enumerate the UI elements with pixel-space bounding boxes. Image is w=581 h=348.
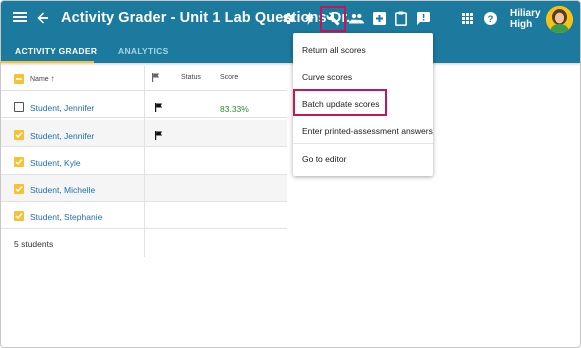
tab-analytics[interactable]: ANALYTICS <box>118 46 169 56</box>
menu-item-enter-printed-assessment-answers[interactable]: Enter printed-assessment answers <box>293 117 433 144</box>
user-first-name: Hiliary <box>510 8 541 19</box>
sort-arrow-icon: ↑ <box>50 74 55 83</box>
student-name-link[interactable]: Student, Jennifer <box>30 103 94 113</box>
settings-icon[interactable] <box>282 12 295 25</box>
row-checkbox[interactable] <box>14 157 24 167</box>
tab-activity-grader[interactable]: ACTIVITY GRADER <box>15 46 97 56</box>
wrench-icon[interactable] <box>326 12 340 26</box>
student-name-link[interactable]: Student, Michelle <box>30 185 95 195</box>
row-checkbox[interactable] <box>14 102 24 112</box>
name-column-header[interactable]: Name ↑ <box>30 74 55 83</box>
user-name[interactable]: Hiliary High <box>510 8 541 30</box>
column-divider <box>144 66 145 257</box>
page-title: Activity Grader - Unit 1 Lab Questions D… <box>61 10 359 26</box>
menu-item-go-to-editor[interactable]: Go to editor <box>293 145 433 172</box>
back-arrow-icon[interactable] <box>37 12 49 24</box>
score-column-header[interactable]: Score <box>220 74 238 81</box>
name-column-label: Name <box>30 76 49 83</box>
bolt-icon[interactable] <box>305 12 314 25</box>
batch-update-highlight <box>293 89 387 116</box>
help-icon[interactable]: ? <box>484 12 497 25</box>
student-name-link[interactable]: Student, Kyle <box>30 158 81 168</box>
menu-divider <box>293 143 433 144</box>
add-box-icon[interactable] <box>373 12 386 25</box>
clipboard-icon[interactable] <box>395 11 407 26</box>
student-name-link[interactable]: Student, Jennifer <box>30 131 94 141</box>
row-checkbox[interactable] <box>14 130 24 140</box>
user-last-name: High <box>510 19 533 30</box>
status-column-header[interactable]: Status <box>181 74 201 81</box>
apps-grid-icon[interactable] <box>462 13 473 24</box>
student-count: 5 students <box>14 239 54 249</box>
avatar[interactable] <box>546 6 573 33</box>
flag-icon[interactable] <box>155 103 163 112</box>
menu-item-return-all-scores[interactable]: Return all scores <box>293 36 433 63</box>
people-icon[interactable] <box>349 13 364 24</box>
score-value: 83.33% <box>220 104 249 114</box>
app-window: Activity Grader - Unit 1 Lab Questions D… <box>0 0 581 348</box>
svg-text:?: ? <box>488 14 494 25</box>
flag-icon[interactable] <box>155 131 163 140</box>
feedback-icon[interactable] <box>417 12 430 25</box>
row-checkbox[interactable] <box>14 184 24 194</box>
menu-item-curve-scores[interactable]: Curve scores <box>293 63 433 90</box>
menu-icon[interactable] <box>13 11 27 23</box>
row-checkbox[interactable] <box>14 211 24 221</box>
select-all-checkbox[interactable] <box>14 74 24 84</box>
flag-column-icon <box>152 73 160 82</box>
student-name-link[interactable]: Student, Stephanie <box>30 212 102 222</box>
